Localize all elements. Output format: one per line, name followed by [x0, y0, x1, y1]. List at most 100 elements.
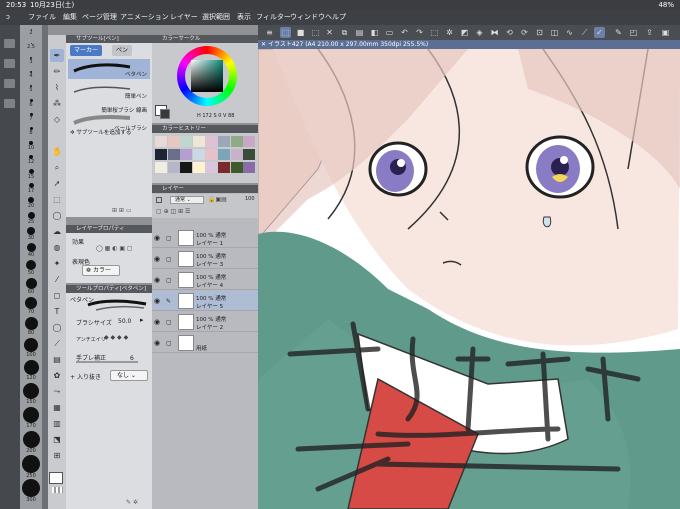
brush-size-2[interactable]: 2 — [21, 29, 41, 36]
expression-color-select[interactable]: ❁ カラー — [82, 265, 120, 276]
menu-page[interactable]: ページ管理 — [82, 10, 117, 25]
saturation-square[interactable] — [191, 60, 223, 92]
zoom-tool-icon[interactable]: ⌕ — [50, 161, 64, 174]
paste-icon[interactable]: ▤ — [354, 27, 365, 38]
brush-size-stepper-icon[interactable]: ▸ — [140, 316, 144, 324]
color-swatch[interactable] — [192, 136, 205, 147]
lasso-tool-icon[interactable]: ◯ — [50, 209, 64, 222]
color-swatch[interactable] — [167, 149, 180, 160]
redo-icon[interactable]: ↷ — [414, 27, 425, 38]
lock-icons[interactable]: 🔒▣▤ — [208, 196, 227, 203]
eye-icon[interactable]: ◉ — [154, 318, 160, 326]
eye-icon[interactable]: ◉ — [154, 339, 160, 347]
fill-tool-icon[interactable]: ◍ — [50, 241, 64, 254]
color-swatch[interactable] — [205, 136, 218, 147]
blend-tool-icon[interactable]: ☁ — [50, 225, 64, 238]
brush-item-sakura[interactable]: 簡単桜ブラシ 線画 — [68, 95, 150, 115]
brush-size-50[interactable]: 50 — [21, 260, 41, 276]
eraser-tool-icon[interactable]: ◇ — [50, 113, 64, 126]
figure-tool-icon[interactable]: ◻ — [50, 289, 64, 302]
color-swatch[interactable] — [180, 162, 193, 173]
layer-row[interactable]: ◉ ▢ 100 % 通常 レイヤー 3 — [152, 249, 258, 269]
invert-icon[interactable]: ◩ — [459, 27, 470, 38]
vector-tool-icon[interactable]: ⬔ — [50, 433, 64, 446]
color-swatch[interactable] — [192, 162, 205, 173]
rotate-icon[interactable]: ⟲ — [504, 27, 515, 38]
color-swatch[interactable] — [243, 162, 256, 173]
brush-size-80[interactable]: 80 — [21, 317, 41, 336]
menu-icon[interactable]: ≡ — [264, 27, 275, 38]
blend-mode-select[interactable]: 通常 ⌄ — [170, 196, 204, 204]
pen-tool-icon[interactable]: ✒ — [50, 49, 64, 62]
color-swatch[interactable] — [218, 136, 230, 147]
rotate-reset-icon[interactable]: ⟳ — [519, 27, 530, 38]
brush-item-petapen[interactable]: ペタペン — [68, 59, 150, 79]
color-swatch[interactable] — [155, 162, 167, 173]
color-swatch[interactable] — [243, 149, 256, 160]
menu-animation[interactable]: アニメーション — [120, 10, 169, 25]
menu-filter[interactable]: フィルター — [256, 10, 291, 25]
color-swatch[interactable] — [205, 149, 218, 160]
canvas-tab[interactable]: ✕ イラスト427 (A4 210.00 x 297.00mm 350dpi 2… — [258, 40, 680, 49]
eye-icon[interactable]: ◉ — [154, 297, 160, 305]
eye-icon[interactable]: ◉ — [154, 255, 160, 263]
brush-size-70[interactable]: 70 — [21, 297, 41, 315]
ruler-icon[interactable]: ◫ — [549, 27, 560, 38]
brush-tool-icon[interactable]: ⌇ — [50, 81, 64, 94]
color-swatch[interactable] — [167, 136, 180, 147]
edit-icon[interactable]: ✎ — [613, 27, 624, 38]
effect-buttons[interactable]: ◯ ▦ ◐ ▣ ▢ — [96, 245, 148, 253]
layer-status-icon[interactable]: ▢ — [166, 256, 172, 263]
layer-status-icon[interactable]: ▢ — [166, 235, 172, 242]
menu-layer[interactable]: レイヤー — [170, 10, 198, 25]
antialias-options[interactable]: ◆ ◆ ◆ ◆ — [104, 334, 148, 343]
layout-icon[interactable]: ▣ — [660, 27, 671, 38]
sub-color-chip[interactable] — [160, 109, 170, 119]
menu-selection[interactable]: 選択範囲 — [202, 10, 230, 25]
pencil-tool-icon[interactable]: ✏ — [50, 65, 64, 78]
balloon-tool-icon[interactable]: ◯ — [50, 321, 64, 334]
color-swatch[interactable] — [180, 136, 193, 147]
menu-window[interactable]: ウィンドウ — [290, 10, 325, 25]
brush-size-7[interactable]: 7 — [21, 113, 41, 122]
opacity-value[interactable]: 100 — [245, 196, 255, 202]
menu-edit[interactable]: 編集 — [63, 10, 77, 25]
tab-marker[interactable]: マーカー — [70, 45, 103, 56]
layer-status-icon[interactable]: ▢ — [166, 319, 172, 326]
magic-wand-icon[interactable]: ✦ — [50, 257, 64, 270]
color-swatch[interactable] — [218, 149, 230, 160]
frame-border-icon[interactable]: ▥ — [50, 417, 64, 430]
snap-icon[interactable]: ✓ — [594, 27, 605, 38]
flip-icon[interactable]: ⧓ — [489, 27, 500, 38]
layer-row[interactable]: ◉ ✎ 100 % 通常 レイヤー 5 — [152, 291, 258, 311]
layer-icon[interactable]: ▭ — [384, 27, 395, 38]
hand-tool-icon[interactable]: ✋ — [50, 145, 64, 158]
info-icon[interactable] — [4, 99, 15, 108]
brush-size-17[interactable]: 17 — [21, 183, 41, 194]
ruler-tool-icon[interactable]: ⟋ — [50, 337, 64, 350]
close-panel-icon[interactable] — [4, 39, 15, 48]
lock-checkbox[interactable] — [156, 197, 162, 203]
brush-size-4[interactable]: 4 — [21, 71, 41, 79]
brush-size-20[interactable]: 20 — [21, 197, 41, 209]
select-tool-icon[interactable]: ⬚ — [50, 193, 64, 206]
fill-icon[interactable]: ◧ — [369, 27, 380, 38]
brush-size-5[interactable]: 5 — [21, 85, 41, 93]
decoration-tool-icon[interactable]: ✿ — [50, 369, 64, 382]
brush-size-120[interactable]: 120 — [21, 360, 41, 381]
brush-size-100[interactable]: 100 — [21, 338, 41, 358]
color-swatch[interactable] — [230, 149, 243, 160]
airbrush-tool-icon[interactable]: ⁂ — [50, 97, 64, 110]
layer-row[interactable]: ◉ ▢ 100 % 通常 レイヤー 2 — [152, 312, 258, 332]
in-out-select[interactable]: なし ⌄ — [110, 370, 148, 381]
layer-row[interactable]: ◉ ▢ 100 % 通常 レイヤー 1 — [152, 228, 258, 248]
text-tool-icon[interactable]: T — [50, 305, 64, 318]
menu-view[interactable]: 表示 — [237, 10, 251, 25]
color-button[interactable]: ■ — [295, 27, 306, 38]
tab-pen[interactable]: ペン — [112, 45, 133, 56]
correct-line-tool-icon[interactable]: ⤳ — [50, 385, 64, 398]
deselect-icon[interactable]: ⬚ — [429, 27, 440, 38]
frame-tool-icon[interactable]: ▦ — [50, 401, 64, 414]
operation-tool-icon[interactable]: ⊞ — [50, 449, 64, 462]
layer-status-icon[interactable]: ▢ — [166, 277, 172, 284]
